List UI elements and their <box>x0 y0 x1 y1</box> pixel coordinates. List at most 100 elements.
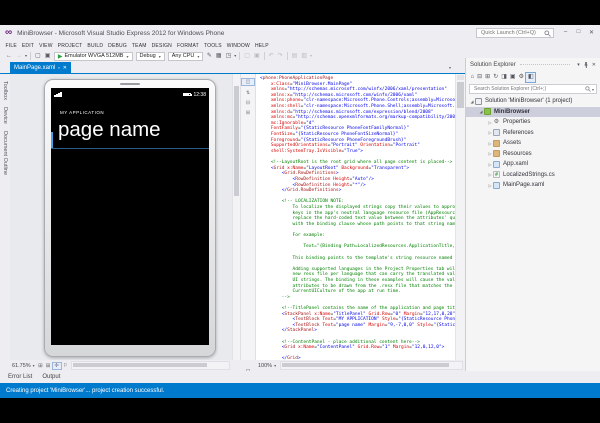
splitter-bottom-handle[interactable]: ⊟ <box>240 360 256 371</box>
back-home-icon[interactable]: ⌂ <box>469 73 476 82</box>
app-title-textblock[interactable]: MY APPLICATION <box>60 110 209 115</box>
horizontal-split-icon[interactable]: ⊟ <box>241 100 255 106</box>
menu-item-design[interactable]: DESIGN <box>149 43 174 49</box>
tree-item-references[interactable]: ▷References <box>466 128 600 139</box>
minimize-button[interactable]: – <box>559 26 572 38</box>
menu-item-team[interactable]: TEAM <box>129 43 149 49</box>
redo-icon[interactable]: ↷ <box>276 51 285 61</box>
solution-config-dropdown[interactable]: Debug ▾ <box>136 52 165 61</box>
menu-item-edit[interactable]: EDIT <box>19 43 36 49</box>
menu-item-tools[interactable]: TOOLS <box>201 43 224 49</box>
scrollbar-thumb[interactable] <box>73 363 206 367</box>
tree-item-properties[interactable]: ▷⚙Properties <box>466 117 600 128</box>
snap-to-gridlines-icon[interactable]: ✛ <box>52 362 62 370</box>
menu-item-view[interactable]: VIEW <box>37 43 56 49</box>
grid-row-adorner-handle[interactable] <box>51 132 53 148</box>
comment-icon[interactable]: ▤ <box>290 51 300 61</box>
phone-artboard[interactable]: 12:38 MY APPLICATION page name <box>44 79 216 357</box>
undo-icon[interactable]: ↶ <box>267 51 276 61</box>
refresh-icon[interactable]: ↻ <box>492 73 500 82</box>
menu-item-file[interactable]: FILE <box>3 43 19 49</box>
nav-history-dropdown-icon[interactable]: ▾ <box>24 51 28 61</box>
tree-item-assets[interactable]: ▷Assets <box>466 138 600 149</box>
quick-launch-box[interactable] <box>476 28 554 38</box>
preview-selected-items-icon[interactable]: ◧ <box>525 72 536 83</box>
editor-horizontal-scrollbar[interactable] <box>280 361 463 370</box>
tree-item-mainpage-xaml[interactable]: ▷MainPage.xaml <box>466 180 600 191</box>
menu-item-format[interactable]: FORMAT <box>175 43 202 49</box>
designer-zoom-value[interactable]: 61.75% <box>12 363 31 369</box>
new-project-icon[interactable]: ▢ <box>33 51 43 61</box>
phone-screen[interactable]: 12:38 MY APPLICATION page name <box>51 88 209 345</box>
tree-item-minibrowser[interactable]: ◢MiniBrowser <box>466 107 600 118</box>
tree-item-resources[interactable]: ▷Resources <box>466 149 600 160</box>
document-list-chevron-icon[interactable]: ▾ <box>449 65 451 70</box>
maximize-button[interactable]: □ <box>572 26 585 38</box>
snap-grid-icon[interactable]: ⊞ <box>44 363 52 369</box>
panel-close-icon[interactable]: ✕ <box>592 62 596 68</box>
scrollbar-thumb[interactable] <box>457 82 464 108</box>
attach-debugger-icon[interactable]: ✎ <box>205 51 214 61</box>
uncomment-icon[interactable]: ▥ <box>299 51 309 61</box>
start-debug-target-dropdown[interactable]: ▶ Emulator WVGA 512MB ▾ <box>54 52 133 61</box>
code-line[interactable]: This binding points to the template's st… <box>260 256 455 262</box>
tab-mainpage-xaml[interactable]: MainPage.xaml ▪ ✕ <box>10 62 71 73</box>
collapse-pane-icon[interactable]: ◫ <box>241 78 255 86</box>
save-icon[interactable]: ▢ <box>242 51 252 61</box>
code-line[interactable]: <Grid x:Name="ContentPanel" Grid.Row="1"… <box>260 345 455 351</box>
editor-vertical-scrollbar[interactable] <box>455 74 465 360</box>
solution-platform-dropdown[interactable]: Any CPU ▾ <box>168 52 204 61</box>
solution-search-input[interactable] <box>472 85 585 93</box>
chevron-down-icon[interactable]: ▾ <box>33 363 35 368</box>
side-tab-device[interactable]: Device <box>2 107 8 124</box>
scrollbar-thumb[interactable] <box>282 363 448 367</box>
menu-item-build[interactable]: BUILD <box>85 43 106 49</box>
nav-forward-icon[interactable]: → <box>14 51 24 61</box>
find-in-files-icon[interactable]: ◳ <box>224 51 234 61</box>
toolbar-overflow-icon[interactable]: ▾ <box>309 51 313 61</box>
designer-xaml-splitter[interactable]: ◫ ⇅ ⊟ ⊞ <box>240 74 256 360</box>
save-all-icon[interactable]: ▣ <box>252 51 262 61</box>
panel-tab-error-list[interactable]: Error List <box>8 374 32 380</box>
side-tab-toolbox[interactable]: Toolbox <box>2 81 8 100</box>
close-button[interactable]: ✕ <box>585 26 598 38</box>
designer-canvas[interactable]: 12:38 MY APPLICATION page name <box>10 74 232 360</box>
show-grid-icon[interactable]: ⊞ <box>37 363 45 369</box>
swap-panes-icon[interactable]: ⇅ <box>241 90 255 96</box>
snap-toggle-icon[interactable]: ⚐ <box>62 363 70 369</box>
sync-with-active-document-icon[interactable]: ⊞ <box>484 73 492 82</box>
scrollbar-thumb[interactable] <box>234 86 239 196</box>
xaml-editor[interactable]: <phone:PhoneApplicationPage x:Class="Min… <box>256 74 455 360</box>
code-line[interactable]: Text="{Binding Path=LocalizedResources.A… <box>260 244 455 250</box>
editor-zoom-value[interactable]: 100% <box>258 363 272 369</box>
designer-vertical-scrollbar[interactable] <box>232 74 240 360</box>
menu-item-project[interactable]: PROJECT <box>55 43 85 49</box>
solution-explorer-header[interactable]: Solution Explorer ▾ ✕ <box>466 58 600 71</box>
tree-item-localizedstrings-cs[interactable]: ▷#LocalizedStrings.cs <box>466 170 600 181</box>
code-line[interactable]: with the binding clause whose path point… <box>260 222 455 228</box>
menu-item-window[interactable]: WINDOW <box>224 43 252 49</box>
nav-back-icon[interactable]: ← <box>4 51 14 61</box>
vertical-split-icon[interactable]: ⊞ <box>241 110 255 116</box>
menu-item-help[interactable]: HELP <box>252 43 271 49</box>
panel-tab-output[interactable]: Output <box>42 374 60 380</box>
nest-files-icon[interactable]: ◨ <box>500 73 509 82</box>
chevron-down-icon[interactable]: ▾ <box>274 363 276 368</box>
quick-launch-input[interactable] <box>479 29 544 37</box>
tab-close-icon[interactable]: ✕ <box>63 65 67 71</box>
window-position-chevron-icon[interactable]: ▾ <box>577 62 580 68</box>
properties-icon[interactable]: ⚙ <box>517 73 525 82</box>
tree-item-app-xaml[interactable]: ▷App.xaml <box>466 159 600 170</box>
scrollbar-split-handle[interactable] <box>457 75 464 80</box>
pin-icon[interactable] <box>583 62 589 68</box>
side-tab-document-outline[interactable]: Document Outline <box>2 131 8 175</box>
designer-horizontal-scrollbar[interactable] <box>71 361 230 370</box>
panel-drag-area[interactable] <box>520 64 571 65</box>
build-icon[interactable]: ▦ <box>214 51 224 61</box>
open-file-icon[interactable]: ▣ <box>43 51 53 61</box>
collapse-all-icon[interactable]: ⊟ <box>476 73 484 82</box>
show-all-files-icon[interactable]: ▣ <box>508 73 517 82</box>
page-title-textblock[interactable]: page name <box>58 118 209 142</box>
find-dropdown-icon[interactable]: ▾ <box>233 51 237 61</box>
solution-search-box[interactable]: ▾ <box>469 84 597 94</box>
